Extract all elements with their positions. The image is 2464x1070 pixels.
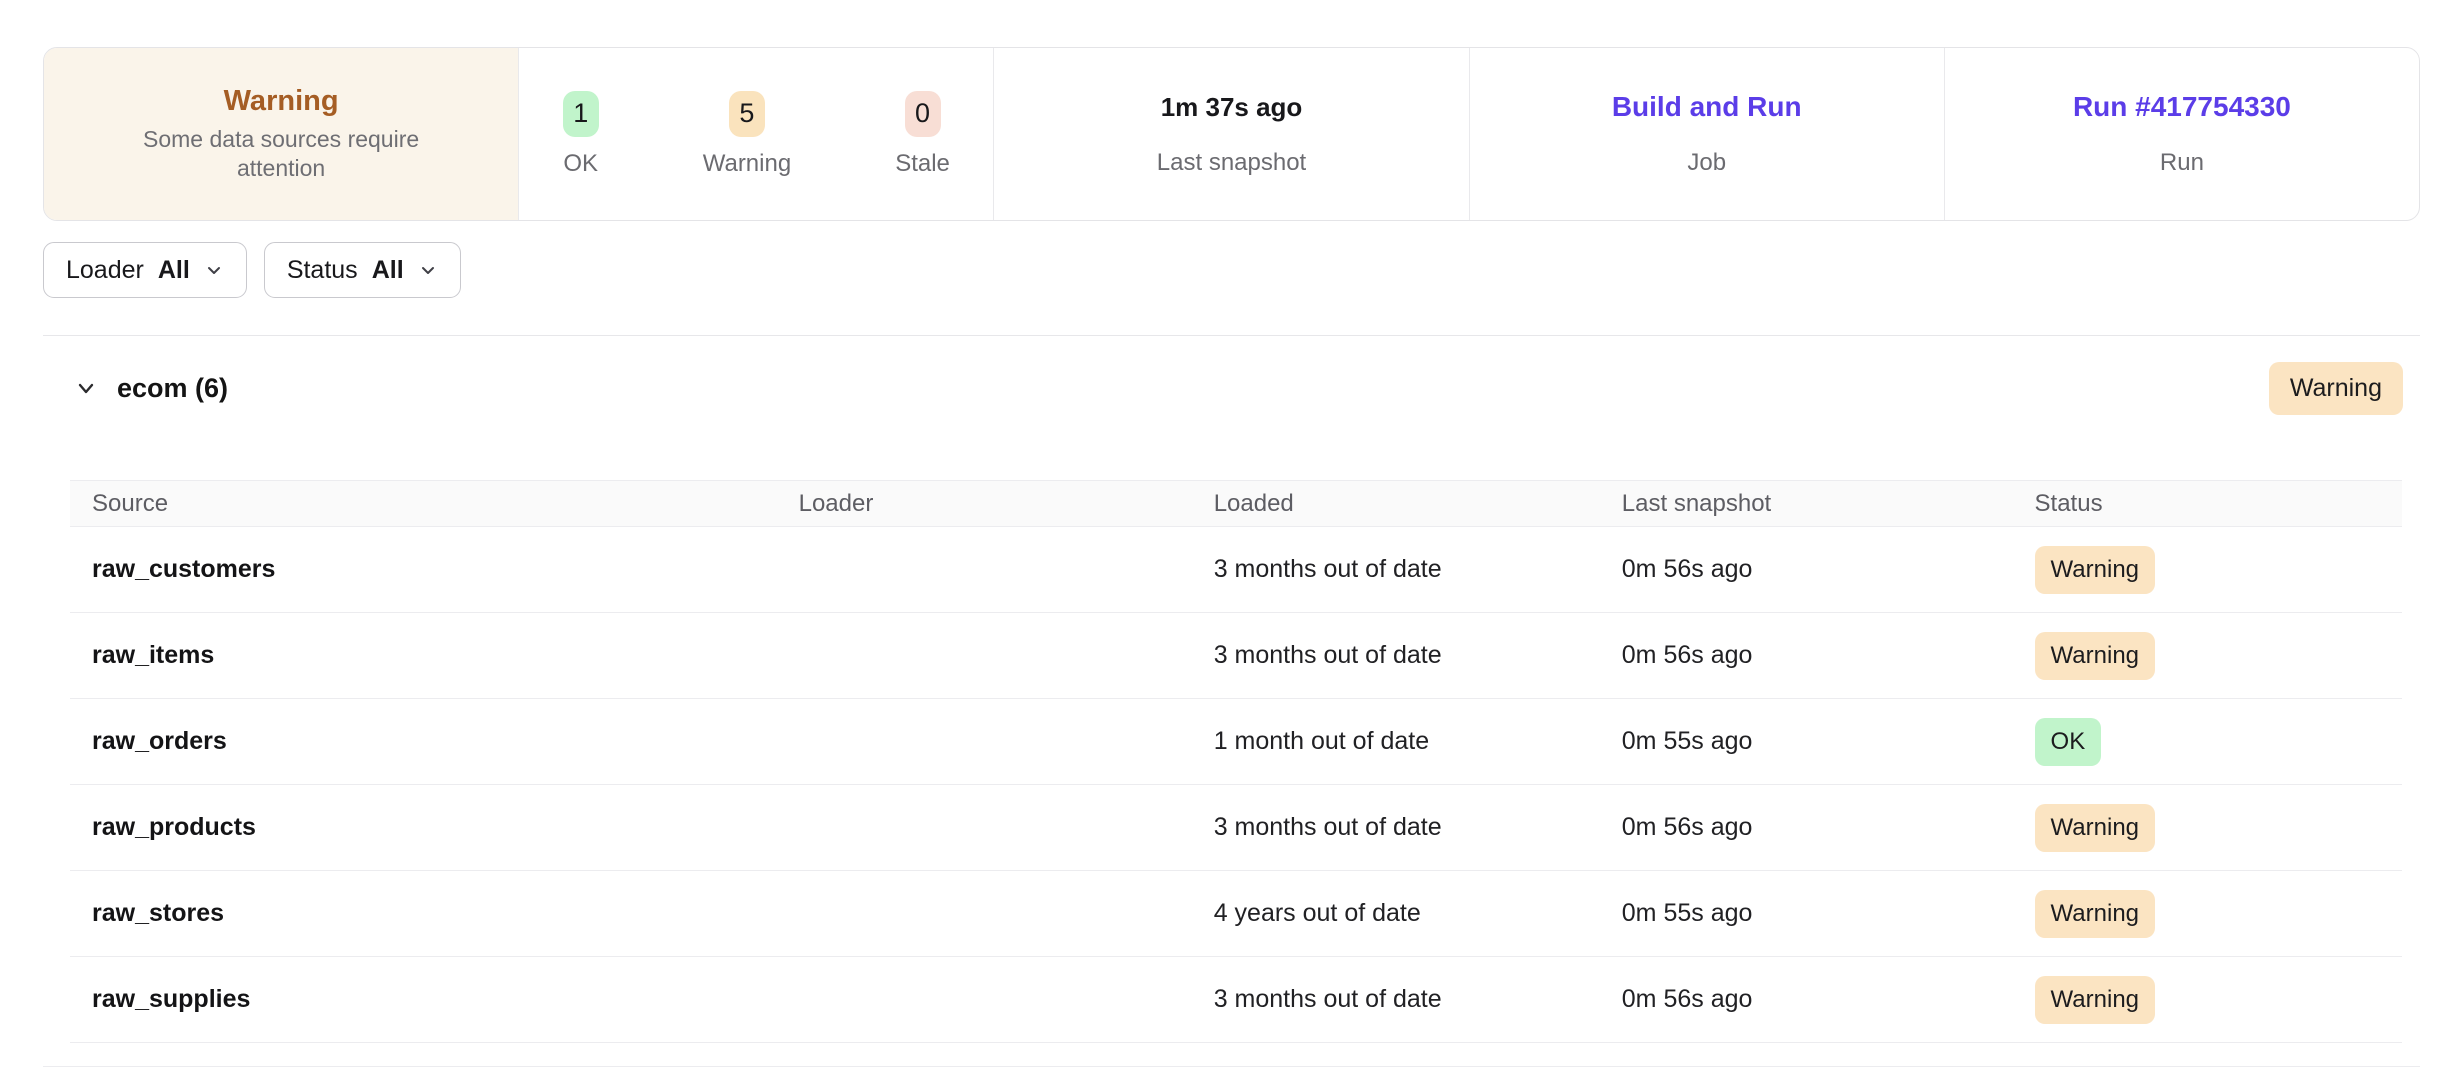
source-name: raw_supplies — [70, 957, 777, 1043]
table-header-row: Source Loader Loaded Last snapshot Statu… — [70, 481, 2402, 527]
source-name: raw_customers — [70, 527, 777, 613]
column-header-loader: Loader — [777, 481, 1192, 527]
overall-status-subtitle: Some data sources require attention — [126, 125, 436, 185]
last-snapshot-card: 1m 37s ago Last snapshot — [993, 48, 1468, 220]
status-filter-value: All — [372, 256, 404, 285]
table-row: raw_items 3 months out of date 0m 56s ag… — [70, 613, 2402, 699]
status-cell: Warning — [2013, 785, 2402, 871]
column-header-last-snapshot: Last snapshot — [1600, 481, 2013, 527]
counter-warning: 5 Warning — [703, 91, 791, 178]
job-card: Build and Run Job — [1469, 48, 1944, 220]
sources-table-container: Source Loader Loaded Last snapshot Statu… — [70, 480, 2402, 1043]
status-cell: Warning — [2013, 527, 2402, 613]
table-row: raw_products 3 months out of date 0m 56s… — [70, 785, 2402, 871]
status-filter-label: Status — [287, 256, 358, 285]
run-card: Run #417754330 Run — [1944, 48, 2419, 220]
last-snapshot-cell: 0m 55s ago — [1600, 871, 2013, 957]
source-name: raw_products — [70, 785, 777, 871]
status-cell: OK — [2013, 699, 2402, 785]
job-link[interactable]: Build and Run — [1612, 91, 1802, 123]
status-cell: Warning — [2013, 957, 2402, 1043]
last-snapshot-cell: 0m 56s ago — [1600, 957, 2013, 1043]
table-row: raw_stores 4 years out of date 0m 55s ag… — [70, 871, 2402, 957]
chevron-down-icon[interactable] — [73, 375, 99, 401]
run-label: Run — [2160, 149, 2204, 177]
status-filter-dropdown[interactable]: Status All — [264, 242, 461, 298]
group-header-ecom[interactable]: ecom (6) Warning — [43, 360, 2420, 416]
group-name: ecom (6) — [117, 373, 228, 404]
last-snapshot-cell: 0m 56s ago — [1600, 785, 2013, 871]
ok-count-pill: 1 — [563, 91, 599, 137]
status-badge: Warning — [2035, 890, 2155, 938]
overall-status-title: Warning — [224, 84, 339, 119]
status-badge: Warning — [2035, 976, 2155, 1024]
section-divider — [43, 335, 2420, 336]
loader-cell — [777, 527, 1192, 613]
loader-cell — [777, 957, 1192, 1043]
overall-status-card: Warning Some data sources require attent… — [44, 48, 518, 220]
loaded-cell: 3 months out of date — [1192, 527, 1600, 613]
status-cell: Warning — [2013, 871, 2402, 957]
source-name: raw_items — [70, 613, 777, 699]
loader-cell — [777, 699, 1192, 785]
status-badge: Warning — [2035, 546, 2155, 594]
counters-card: 1 OK 5 Warning 0 Stale — [518, 48, 993, 220]
loader-cell — [777, 871, 1192, 957]
status-badge: Warning — [2035, 804, 2155, 852]
last-snapshot-value: 1m 37s ago — [1161, 92, 1303, 123]
source-name: raw_orders — [70, 699, 777, 785]
job-label: Job — [1687, 149, 1726, 177]
loaded-cell: 3 months out of date — [1192, 957, 1600, 1043]
column-header-source: Source — [70, 481, 777, 527]
status-badge: Warning — [2035, 632, 2155, 680]
group-status-badge: Warning — [2269, 362, 2403, 415]
table-row: raw_orders 1 month out of date 0m 55s ag… — [70, 699, 2402, 785]
data-sources-page: Warning Some data sources require attent… — [0, 0, 2464, 1067]
loader-filter-dropdown[interactable]: Loader All — [43, 242, 247, 298]
summary-bar: Warning Some data sources require attent… — [43, 47, 2420, 221]
loaded-cell: 3 months out of date — [1192, 613, 1600, 699]
loader-cell — [777, 785, 1192, 871]
loaded-cell: 3 months out of date — [1192, 785, 1600, 871]
chevron-down-icon — [418, 260, 438, 280]
table-row: raw_supplies 3 months out of date 0m 56s… — [70, 957, 2402, 1043]
run-link[interactable]: Run #417754330 — [2073, 91, 2291, 123]
status-counters: 1 OK 5 Warning 0 Stale — [563, 91, 950, 178]
status-cell: Warning — [2013, 613, 2402, 699]
warning-count-label: Warning — [703, 150, 791, 178]
last-snapshot-label: Last snapshot — [1157, 149, 1306, 177]
last-snapshot-cell: 0m 55s ago — [1600, 699, 2013, 785]
loaded-cell: 1 month out of date — [1192, 699, 1600, 785]
column-header-loaded: Loaded — [1192, 481, 1600, 527]
stale-count-pill: 0 — [905, 91, 941, 137]
last-snapshot-cell: 0m 56s ago — [1600, 527, 2013, 613]
status-badge: OK — [2035, 718, 2102, 766]
filters-row: Loader All Status All — [43, 242, 2420, 298]
bottom-divider — [43, 1066, 2420, 1067]
sources-table: Source Loader Loaded Last snapshot Statu… — [70, 480, 2402, 1043]
ok-count-label: OK — [563, 150, 598, 178]
table-row: raw_customers 3 months out of date 0m 56… — [70, 527, 2402, 613]
last-snapshot-cell: 0m 56s ago — [1600, 613, 2013, 699]
counter-stale: 0 Stale — [895, 91, 950, 178]
source-name: raw_stores — [70, 871, 777, 957]
warning-count-pill: 5 — [729, 91, 765, 137]
loader-cell — [777, 613, 1192, 699]
loader-filter-label: Loader — [66, 256, 144, 285]
loader-filter-value: All — [158, 256, 190, 285]
stale-count-label: Stale — [895, 150, 950, 178]
column-header-status: Status — [2013, 481, 2402, 527]
counter-ok: 1 OK — [563, 91, 599, 178]
chevron-down-icon — [204, 260, 224, 280]
loaded-cell: 4 years out of date — [1192, 871, 1600, 957]
